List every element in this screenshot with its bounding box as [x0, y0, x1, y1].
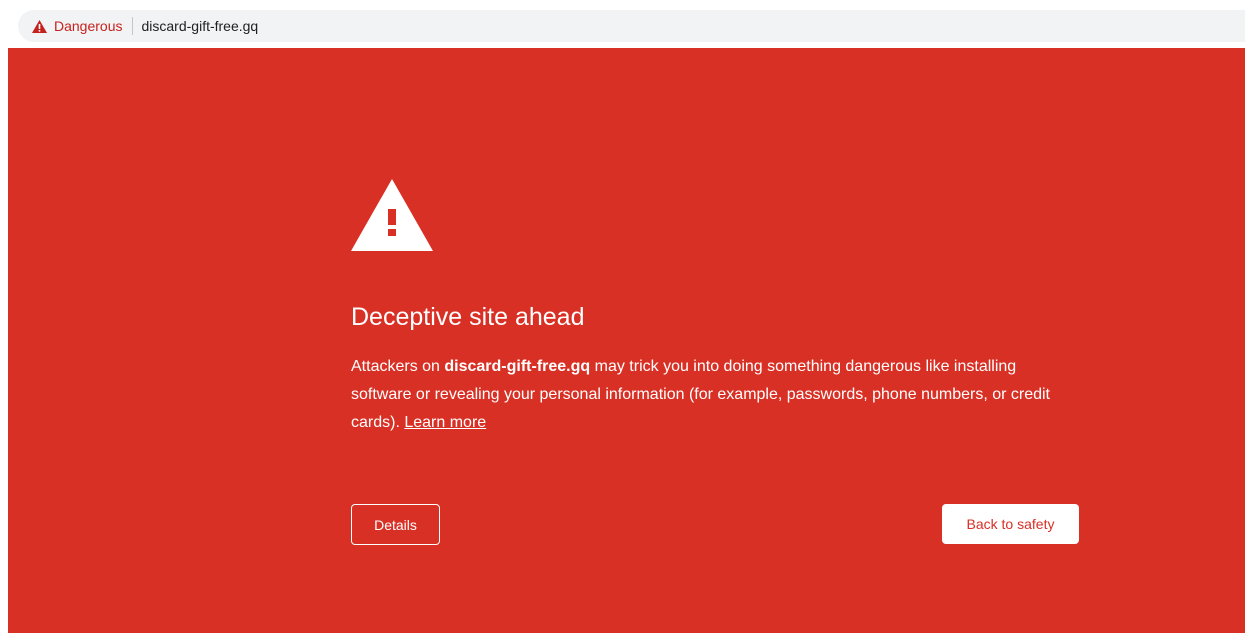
url-text[interactable]: discard-gift-free.gq — [142, 18, 259, 34]
description-prefix: Attackers on — [351, 358, 445, 375]
back-to-safety-button[interactable]: Back to safety — [942, 504, 1079, 544]
deceptive-site-interstitial: Deceptive site ahead Attackers on discar… — [8, 48, 1245, 633]
security-status-label[interactable]: Dangerous — [54, 18, 123, 34]
address-bar-divider — [131, 17, 133, 35]
page-title: Deceptive site ahead — [351, 303, 585, 331]
details-button[interactable]: Details — [351, 504, 440, 545]
warning-description: Attackers on discard-gift-free.gq may tr… — [351, 353, 1056, 437]
site-name: discard-gift-free.gq — [444, 358, 591, 375]
browser-window: Dangerous discard-gift-free.gq Deceptive… — [0, 0, 1245, 633]
address-bar[interactable]: Dangerous discard-gift-free.gq — [18, 10, 1245, 42]
learn-more-link[interactable]: Learn more — [404, 414, 486, 431]
warning-triangle-icon — [351, 179, 433, 251]
warning-triangle-icon[interactable] — [32, 19, 47, 33]
